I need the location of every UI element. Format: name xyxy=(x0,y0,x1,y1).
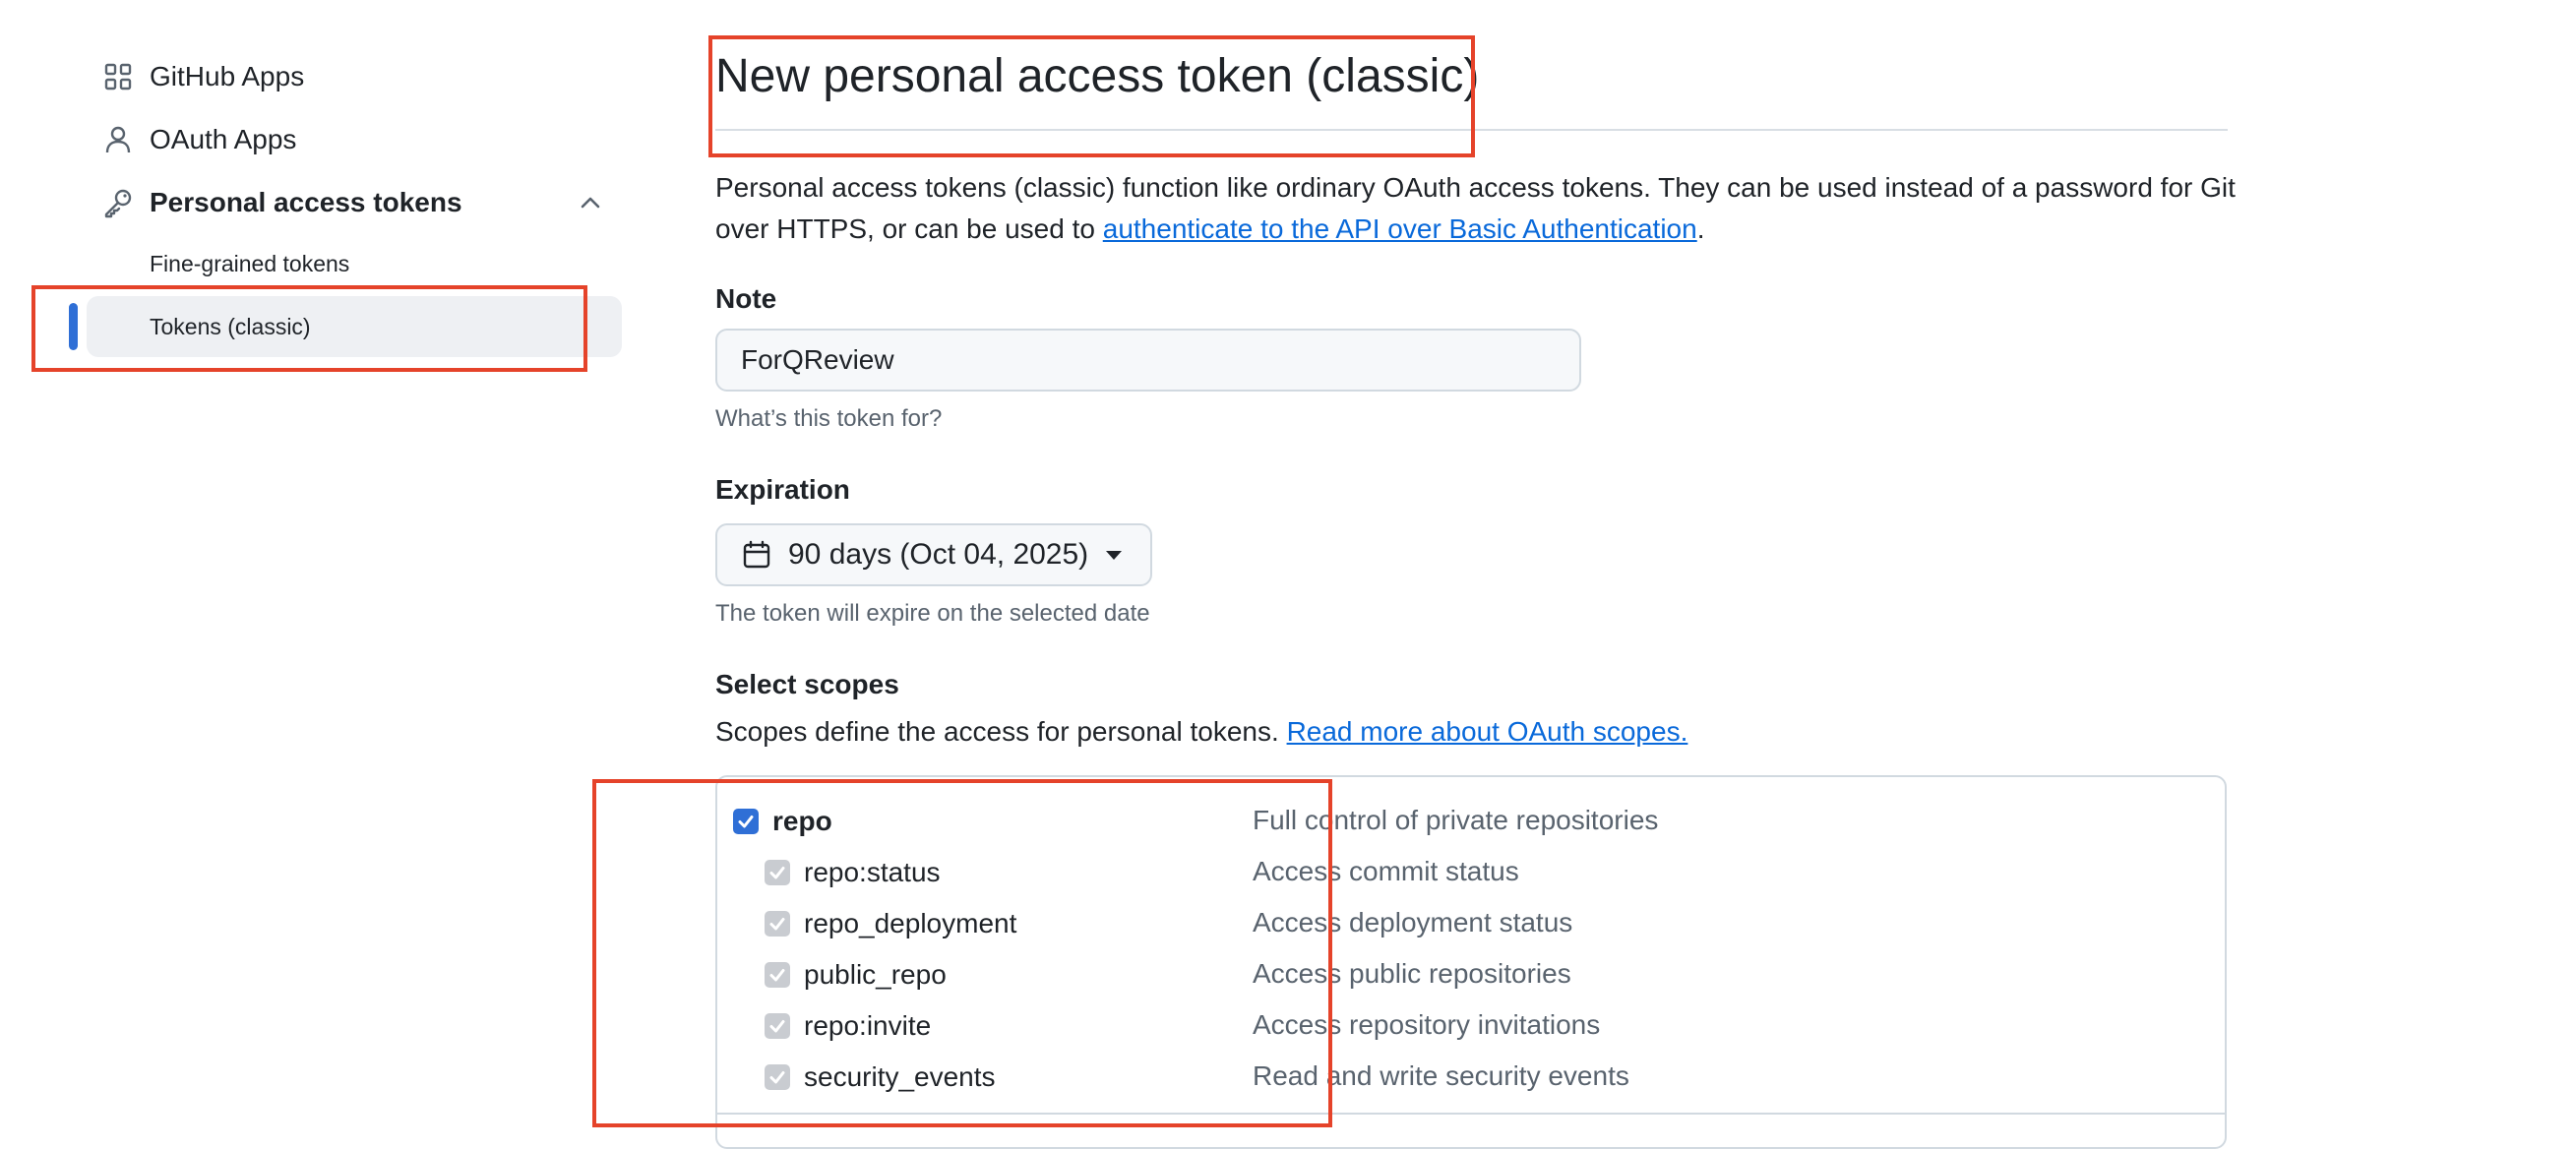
page-description: Personal access tokens (classic) functio… xyxy=(715,167,2240,250)
person-icon xyxy=(102,124,134,155)
scope-row-repo-invite: repo:invite xyxy=(765,1006,931,1046)
expiration-label: Expiration xyxy=(715,474,850,505)
scope-checkbox-repo-invite[interactable] xyxy=(765,1013,790,1039)
sidebar-subitem-tokens-classic[interactable]: Tokens (classic) xyxy=(150,314,311,340)
sidebar-item-github-apps[interactable]: GitHub Apps xyxy=(102,49,304,104)
sidebar-item-label: GitHub Apps xyxy=(150,61,305,91)
scope-name: repo:invite xyxy=(804,1010,932,1041)
scope-row-repo-status: repo:status xyxy=(765,853,941,892)
scope-name: security_events xyxy=(804,1061,996,1092)
scopes-description: Scopes define the access for personal to… xyxy=(715,716,1687,748)
scope-name: repo xyxy=(772,806,832,836)
expiration-selected: 90 days (Oct 04, 2025) xyxy=(788,538,1089,571)
note-label: Note xyxy=(715,283,777,314)
expiration-hint: The token will expire on the selected da… xyxy=(715,600,1150,627)
scope-name: public_repo xyxy=(804,959,947,990)
sidebar-subitem-fine-grained-tokens[interactable]: Fine-grained tokens xyxy=(150,251,349,277)
scope-checkbox-repo[interactable] xyxy=(733,809,759,834)
sidebar-item-label: OAuth Apps xyxy=(150,124,297,154)
basic-auth-link[interactable]: authenticate to the API over Basic Authe… xyxy=(1103,213,1697,244)
scope-checkbox-repo-deployment[interactable] xyxy=(765,911,790,937)
scope-checkbox-security-events[interactable] xyxy=(765,1064,790,1090)
scope-description: Full control of private repositories xyxy=(1253,805,1659,835)
sidebar-item-personal-access-tokens[interactable]: Personal access tokens xyxy=(102,175,462,230)
note-hint: What’s this token for? xyxy=(715,405,943,432)
scope-row-security-events: security_events xyxy=(765,1058,996,1097)
scope-name: repo:status xyxy=(804,857,941,887)
title-divider xyxy=(715,129,2228,131)
expiration-dropdown[interactable]: 90 days (Oct 04, 2025) xyxy=(715,523,1152,586)
oauth-scopes-link[interactable]: Read more about OAuth scopes. xyxy=(1287,716,1688,747)
calendar-icon xyxy=(741,539,772,571)
scopes-group-divider xyxy=(717,1113,2225,1115)
page-title: New personal access token (classic) xyxy=(715,50,1480,102)
scope-name: repo_deployment xyxy=(804,908,1017,938)
note-input[interactable] xyxy=(715,329,1581,392)
sidebar-selected-indicator xyxy=(69,303,78,350)
scopes-label: Select scopes xyxy=(715,669,899,699)
scope-row-repo-deployment: repo_deployment xyxy=(765,904,1016,943)
scope-checkbox-repo-status[interactable] xyxy=(765,860,790,885)
key-icon xyxy=(102,187,134,218)
sidebar-item-oauth-apps[interactable]: OAuth Apps xyxy=(102,112,296,167)
scope-row-repo: repo xyxy=(733,802,832,841)
scope-description: Read and write security events xyxy=(1253,1060,1629,1091)
scope-description: Access public repositories xyxy=(1253,958,1571,989)
apps-grid-icon xyxy=(102,61,134,92)
description-end: . xyxy=(1696,213,1705,244)
scope-description: Access deployment status xyxy=(1253,907,1573,937)
sidebar-item-label: Personal access tokens xyxy=(150,187,462,217)
scope-description: Access commit status xyxy=(1253,856,1519,886)
scopes-description-text: Scopes define the access for personal to… xyxy=(715,716,1287,747)
scope-description: Access repository invitations xyxy=(1253,1009,1601,1040)
chevron-up-icon[interactable] xyxy=(577,189,604,216)
scope-checkbox-public-repo[interactable] xyxy=(765,962,790,988)
caret-down-icon xyxy=(1106,550,1123,560)
scope-row-public-repo: public_repo xyxy=(765,955,947,995)
